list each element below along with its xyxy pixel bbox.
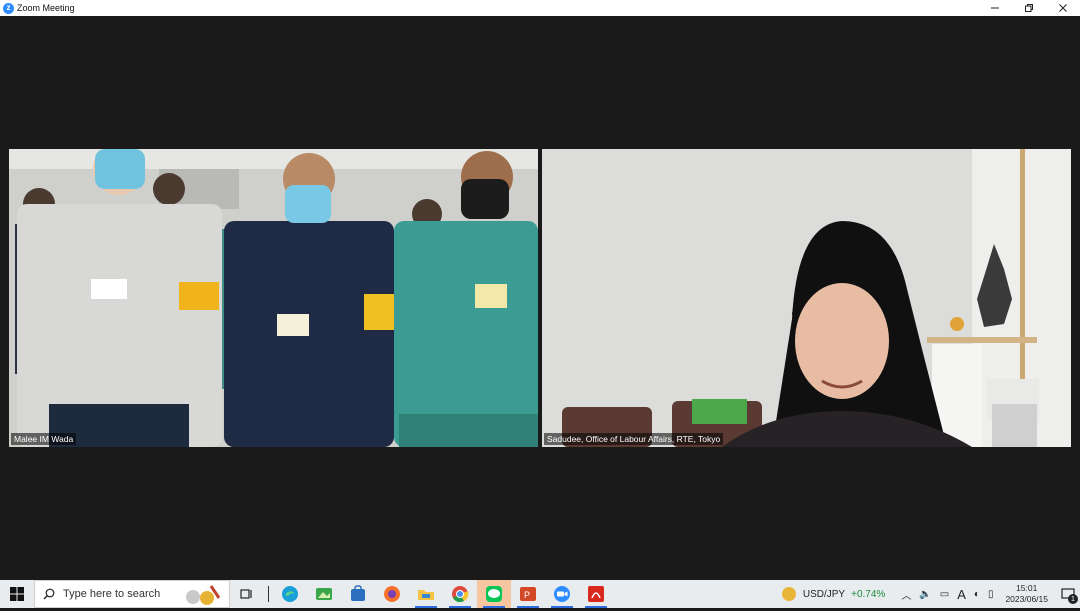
taskbar-divider	[268, 586, 269, 602]
taskbar: Type here to search P USD/JPY +0.74% ︿ 🔈…	[0, 580, 1080, 608]
participant-name-2: Sadudee, Office of Labour Affairs, RTE, …	[544, 433, 724, 445]
minimize-button[interactable]	[978, 0, 1012, 16]
minimize-icon	[991, 7, 999, 9]
photos-button[interactable]	[307, 580, 341, 608]
volume-icon[interactable]: 🔈	[919, 589, 931, 600]
ime-icon[interactable]: ◐	[974, 589, 980, 600]
restore-button[interactable]	[1012, 0, 1046, 16]
store-icon	[351, 585, 365, 601]
search-placeholder: Type here to search	[63, 588, 161, 600]
currency-icon	[781, 587, 796, 601]
video-tile-2[interactable]: Sadudee, Office of Labour Affairs, RTE, …	[542, 149, 1071, 447]
photos-icon	[316, 588, 332, 600]
powerpoint-button[interactable]: P	[511, 580, 545, 608]
restore-icon	[1025, 4, 1033, 12]
clock-time: 15:01	[1016, 583, 1038, 593]
firefox-icon	[384, 586, 400, 602]
zoom-icon	[554, 586, 570, 602]
video-feed-2	[542, 149, 1071, 447]
powerpoint-icon: P	[520, 587, 536, 601]
svg-text:P: P	[524, 590, 530, 600]
task-view-button[interactable]	[230, 580, 264, 608]
task-view-icon	[240, 589, 252, 599]
chevron-up-icon[interactable]: ︿	[901, 587, 911, 602]
close-icon	[1059, 4, 1067, 12]
file-explorer-button[interactable]	[409, 580, 443, 608]
line-button[interactable]	[477, 580, 511, 608]
windows-logo-icon	[10, 587, 24, 601]
chrome-button[interactable]	[443, 580, 477, 608]
window-controls	[978, 0, 1080, 16]
title-bar: z Zoom Meeting	[0, 0, 1080, 16]
meeting-area: Malee IM Wada Sadudee, Office of Labour …	[0, 16, 1080, 580]
file-explorer-icon	[418, 590, 434, 600]
search-highlight-icon[interactable]	[183, 584, 225, 611]
notification-count: 1	[1068, 594, 1078, 604]
line-icon	[486, 586, 502, 602]
start-button[interactable]	[0, 580, 34, 608]
video-tile-1[interactable]: Malee IM Wada	[9, 149, 538, 447]
edge-button[interactable]	[273, 580, 307, 608]
clock[interactable]: 15:01 2023/06/15	[1005, 583, 1048, 605]
search-box[interactable]: Type here to search	[34, 580, 230, 608]
window-title: Zoom Meeting	[17, 3, 75, 13]
acrobat-button[interactable]	[579, 580, 613, 608]
firefox-button[interactable]	[375, 580, 409, 608]
system-tray: USD/JPY +0.74% ︿ 🔈 ▭ A ◐ ▯ 15:01 2023/06…	[781, 580, 1080, 608]
video-feed-1	[9, 149, 538, 447]
search-icon	[43, 588, 55, 600]
notification-button[interactable]: 1	[1056, 580, 1080, 608]
store-button[interactable]	[341, 580, 375, 608]
stock-ticker[interactable]: USD/JPY +0.74%	[781, 586, 885, 602]
network-icon[interactable]: ▯	[988, 589, 994, 600]
ticker-symbol: USD/JPY	[802, 588, 846, 600]
zoom-app-icon: z	[3, 2, 14, 14]
ticker-change: +0.74%	[851, 588, 886, 600]
zoom-button[interactable]	[545, 580, 579, 608]
acrobat-icon	[588, 586, 604, 602]
close-button[interactable]	[1046, 0, 1080, 16]
edge-icon	[282, 586, 298, 602]
chrome-icon	[452, 586, 469, 603]
battery-icon[interactable]: ▭	[940, 589, 949, 600]
participant-name-1: Malee IM Wada	[11, 433, 77, 445]
input-method-indicator[interactable]: A	[957, 587, 966, 602]
clock-date: 2023/06/15	[1005, 594, 1048, 604]
